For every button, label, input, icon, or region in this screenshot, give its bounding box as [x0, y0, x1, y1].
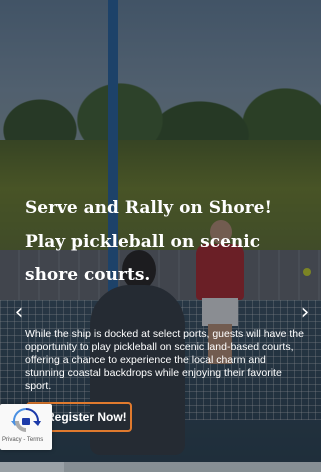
recaptcha-logo-icon [11, 408, 41, 432]
recaptcha-badge[interactable]: Privacy - Terms [0, 404, 52, 450]
carousel-prev-arrow-icon[interactable]: ‹ [10, 302, 28, 324]
recaptcha-terms-link[interactable]: Terms [27, 437, 43, 443]
hero-description: While the ship is docked at select ports… [25, 328, 304, 392]
hero-subhead: Play pickleball on scenic shore courts. [25, 232, 261, 285]
hero-slide: Serve and Rally on Shore! Play picklebal… [0, 0, 321, 472]
recaptcha-legal-links: Privacy - Terms [2, 437, 52, 443]
recaptcha-privacy-link[interactable]: Privacy [2, 437, 22, 443]
carousel-next-arrow-icon[interactable]: › [296, 302, 314, 324]
hero-headline: Serve and Rally on Shore! [25, 198, 272, 218]
carousel-progress-strip [0, 462, 321, 472]
